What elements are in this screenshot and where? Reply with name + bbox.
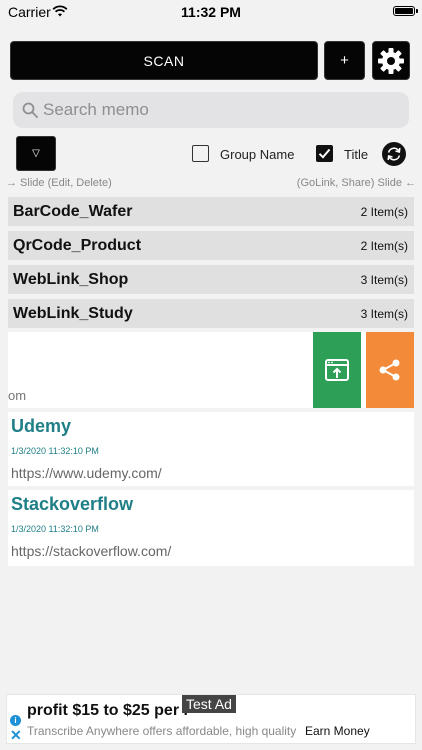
ad-headline: profit $15 to $25 per h — [27, 702, 187, 719]
group-name: BarCode_Wafer — [13, 203, 133, 220]
ad-subtext: Transcribe Anywhere offers affordable, h… — [27, 724, 297, 738]
ad-cta-link[interactable]: Earn Money — [305, 724, 370, 738]
status-bar: Carrier 11:32 PM — [0, 0, 422, 24]
memo-url-fragment: om — [8, 388, 27, 403]
slide-edit-delete-hint: → Slide (Edit, Delete) — [6, 177, 112, 189]
clock: 11:32 PM — [181, 4, 241, 20]
memo-date: 1/3/2020 11:32:10 PM — [11, 446, 99, 456]
ad-info-icon[interactable]: i — [10, 715, 21, 726]
scan-button[interactable]: SCAN — [10, 41, 318, 80]
settings-button[interactable] — [372, 41, 410, 80]
refresh-button[interactable] — [382, 142, 406, 166]
group-name: QrCode_Product — [13, 237, 142, 254]
ad-banner[interactable]: i ✕ profit $15 to $25 per h Test Ad Tran… — [6, 694, 416, 744]
memo-title: Udemy — [11, 416, 72, 436]
memo-title: Stackoverflow — [11, 494, 134, 514]
group-row[interactable]: BarCode_Wafer 2 Item(s) — [8, 197, 414, 226]
group-name-label: Group Name — [220, 147, 295, 162]
group-name: WebLink_Study — [13, 305, 133, 322]
group-name: WebLink_Shop — [13, 271, 129, 288]
share-icon — [379, 359, 400, 381]
search-bar[interactable] — [13, 92, 409, 128]
group-item-count: 2 Item(s) — [360, 239, 408, 253]
memo-card[interactable]: Udemy 1/3/2020 11:32:10 PM https://www.u… — [8, 412, 414, 486]
golink-action-button[interactable] — [313, 332, 361, 408]
memo-date: 1/3/2020 11:32:10 PM — [11, 524, 99, 534]
sort-dropdown-button[interactable]: ▽ — [16, 136, 56, 171]
search-input[interactable] — [43, 92, 393, 128]
group-row[interactable]: QrCode_Product 2 Item(s) — [8, 231, 414, 260]
battery-icon — [393, 6, 418, 16]
share-action-button[interactable] — [366, 332, 414, 408]
test-ad-badge: Test Ad — [182, 695, 236, 713]
open-link-icon — [325, 359, 349, 381]
checkmark-icon — [318, 148, 331, 159]
memo-card[interactable]: Stackoverflow 1/3/2020 11:32:10 PM https… — [8, 490, 414, 566]
group-row[interactable]: WebLink_Study 3 Item(s) — [8, 299, 414, 328]
search-icon — [22, 102, 38, 118]
swiped-memo-card[interactable]: om — [8, 332, 414, 408]
slide-golink-share-hint: (GoLink, Share) Slide ← — [296, 177, 416, 189]
title-label: Title — [344, 147, 369, 162]
memo-url: https://stackoverflow.com/ — [11, 543, 172, 559]
title-checkbox[interactable] — [316, 145, 333, 162]
group-item-count: 3 Item(s) — [360, 273, 408, 287]
ad-close-icon[interactable]: ✕ — [10, 727, 22, 744]
group-name-checkbox[interactable] — [192, 145, 209, 162]
group-row[interactable]: WebLink_Shop 3 Item(s) — [8, 265, 414, 294]
gear-icon — [378, 47, 404, 74]
group-item-count: 2 Item(s) — [360, 205, 408, 219]
memo-url: https://www.udemy.com/ — [11, 465, 162, 481]
add-button[interactable]: + — [324, 41, 365, 80]
refresh-icon — [387, 147, 401, 161]
group-item-count: 3 Item(s) — [360, 307, 408, 321]
